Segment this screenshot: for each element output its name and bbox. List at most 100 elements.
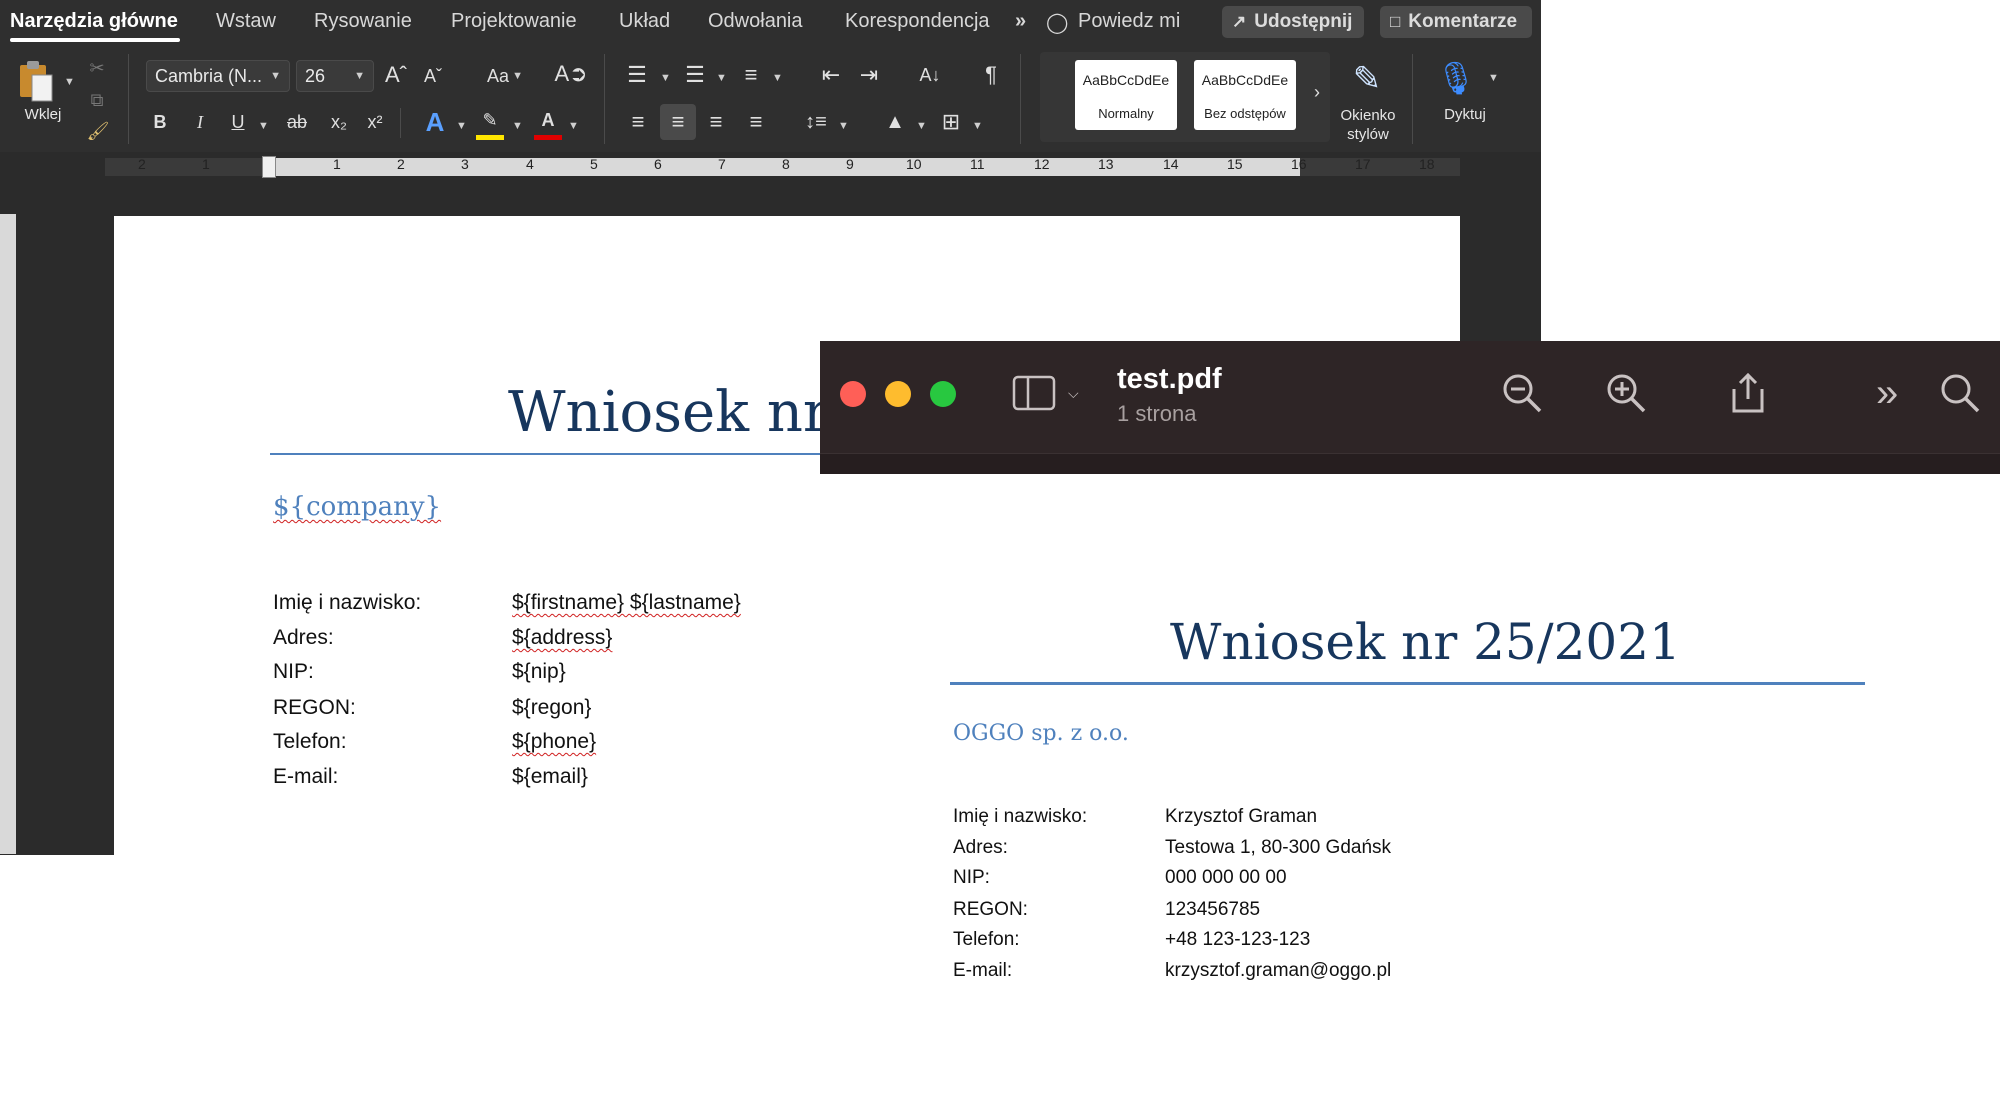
clear-formatting-icon[interactable]: A➲ [554,58,587,90]
share-label: Udostępnij [1254,11,1353,32]
field-label: Imię i nazwisko: [273,591,422,614]
styles-pane-icon[interactable]: ✎ [1344,54,1390,104]
style-no-spacing[interactable]: AaBbCcDdEe Bez odstępów [1194,60,1296,130]
sort-icon[interactable]: A↓ [914,58,946,92]
subscript-icon[interactable]: x₂ [326,108,352,136]
styles-more-icon[interactable]: › [1308,80,1326,104]
strikethrough-icon[interactable]: ab [282,108,312,136]
share-button[interactable]: ↗ Udostępnij [1222,6,1364,38]
tab-insert[interactable]: Wstaw [216,10,276,33]
change-case-icon[interactable]: Aa ▼ [480,62,530,90]
style-normal[interactable]: AaBbCcDdEe Normalny [1075,60,1177,130]
numbering-options-icon[interactable]: ▼ [716,72,727,84]
copy-icon[interactable]: ⧉ [86,88,108,112]
ruler-number: 13 [1098,156,1114,172]
minimize-button[interactable] [885,381,911,407]
font-color-options-icon[interactable]: ▼ [568,120,579,132]
tab-layout[interactable]: Układ [619,10,670,33]
indent-marker[interactable] [262,156,276,178]
search-icon[interactable] [1938,371,1982,415]
tab-draw[interactable]: Rysowanie [314,10,412,33]
styles-pane-label[interactable]: Okienko stylów [1330,106,1406,144]
share-icon[interactable] [1726,371,1770,415]
align-right-icon[interactable]: ≡ [700,106,732,138]
ruler-number: 17 [1355,156,1371,172]
borders-options-icon[interactable]: ▼ [972,120,983,132]
shrink-font-icon[interactable]: Aˇ [420,62,446,90]
bullets-icon[interactable]: ☰ [622,60,652,90]
microphone-icon[interactable]: 🎙 [1436,52,1477,104]
shading-options-icon[interactable]: ▼ [916,120,927,132]
field-value: ${address} [512,626,613,649]
vertical-ruler[interactable] [0,214,16,854]
zoom-button[interactable] [930,381,956,407]
paste-label: Wklej [24,106,62,123]
bold-icon[interactable]: B [148,108,172,136]
more-icon[interactable]: » [1876,371,1898,416]
field-label: E-mail: [273,765,339,788]
font-name-select[interactable]: Cambria (N... ▼ [146,60,290,92]
underline-options-icon[interactable]: ▼ [258,120,269,132]
preview-window: ⌵ test.pdf 1 strona » Wniosek nr 25/2021… [820,341,2000,1111]
ribbon-divider [400,108,401,138]
pdf-field-value: krzysztof.graman@oggo.pl [1165,960,1392,981]
field-label: Adres: [273,626,334,649]
comments-button[interactable]: □ Komentarze [1380,6,1532,38]
close-button[interactable] [840,381,866,407]
tell-me-search[interactable]: Powiedz mi [1078,10,1180,33]
paste-button[interactable] [14,58,58,104]
line-spacing-icon[interactable]: ↕≡ [800,106,832,138]
numbering-icon[interactable]: ☰ [680,60,710,90]
zoom-out-icon[interactable] [1500,371,1544,415]
ruler-number: 5 [590,156,598,172]
horizontal-ruler[interactable]: 2 1 1 2 3 4 5 6 7 8 9 10 11 12 13 14 15 … [0,152,1541,182]
multilevel-options-icon[interactable]: ▼ [772,72,783,84]
bullets-options-icon[interactable]: ▼ [660,72,671,84]
shading-icon[interactable]: ▲ [880,106,910,138]
ruler-number: 9 [846,156,854,172]
chevron-down-icon[interactable]: ⌵ [1068,385,1079,402]
sidebar-icon[interactable] [1012,373,1058,413]
zoom-in-icon[interactable] [1604,371,1648,415]
italic-icon[interactable]: I [188,108,212,136]
highlight-icon[interactable]: ✎ [476,106,504,140]
ruler-number: 8 [782,156,790,172]
font-size-select[interactable]: 26 ▼ [296,60,374,92]
tab-design[interactable]: Projektowanie [451,10,577,33]
borders-icon[interactable]: ⊞ [936,106,966,138]
multilevel-list-icon[interactable]: ≡ [736,60,766,90]
pdf-field-label: REGON: [953,899,1028,920]
show-formatting-icon[interactable]: ¶ [976,58,1006,92]
line-spacing-options-icon[interactable]: ▼ [838,120,849,132]
align-center-icon[interactable]: ≡ [660,104,696,140]
tab-home[interactable]: Narzędzia główne [10,10,178,33]
cut-icon[interactable]: ✂ [86,56,108,80]
ruler-number: 14 [1163,156,1179,172]
comment-icon: □ [1390,12,1401,31]
text-effects-options-icon[interactable]: ▼ [456,120,467,132]
field-value: ${firstname} ${lastname} [512,591,741,614]
increase-indent-icon[interactable]: ⇥ [854,60,884,90]
grow-font-icon[interactable]: Aˆ [382,60,410,90]
text-effects-icon[interactable]: A [420,106,450,138]
font-color-icon[interactable]: A [534,106,562,140]
dictate-label: Dyktuj [1444,106,1486,123]
tab-references[interactable]: Odwołania [708,10,803,33]
dictate-options-icon[interactable]: ▼ [1488,72,1499,84]
comments-label: Komentarze [1408,11,1518,32]
underline-icon[interactable]: U [226,108,250,136]
pdf-title: Wniosek nr 25/2021 [1170,613,1681,671]
more-tabs-icon[interactable]: » [1015,10,1026,33]
company-placeholder: ${company} [273,492,442,522]
paste-options-icon[interactable]: ▼ [64,76,75,88]
justify-icon[interactable]: ≡ [740,106,772,138]
document-filename[interactable]: test.pdf [1117,363,1222,396]
decrease-indent-icon[interactable]: ⇤ [816,60,846,90]
align-left-icon[interactable]: ≡ [622,106,654,138]
tab-mailings[interactable]: Korespondencja [845,10,990,33]
font-name-value: Cambria (N... [155,65,263,86]
format-painter-icon[interactable]: 🖌 [86,118,110,144]
superscript-icon[interactable]: x² [362,108,388,136]
field-value: ${phone} [512,730,597,753]
highlight-options-icon[interactable]: ▼ [512,120,523,132]
